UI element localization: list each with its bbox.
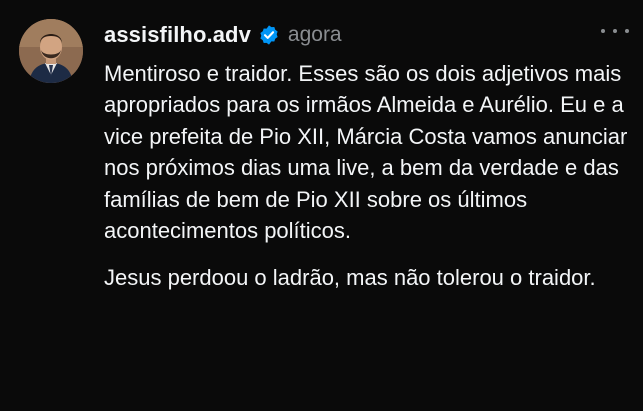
post-body: Mentiroso e traidor. Esses são os dois a…	[104, 58, 634, 294]
post-paragraph-2: Jesus perdoou o ladrão, mas não tolerou …	[104, 265, 596, 291]
profile-photo	[19, 19, 83, 83]
thread-post: assisfilho.adv agora Mentiroso e traidor…	[0, 0, 643, 411]
verified-badge-icon	[258, 24, 280, 46]
post-header: assisfilho.adv agora	[104, 18, 342, 52]
username[interactable]: assisfilho.adv	[104, 22, 251, 48]
avatar[interactable]	[19, 19, 83, 83]
more-options-icon[interactable]	[601, 26, 629, 36]
post-paragraph-1: Mentiroso e traidor. Esses são os dois a…	[104, 61, 628, 244]
post-timestamp: agora	[287, 23, 342, 46]
